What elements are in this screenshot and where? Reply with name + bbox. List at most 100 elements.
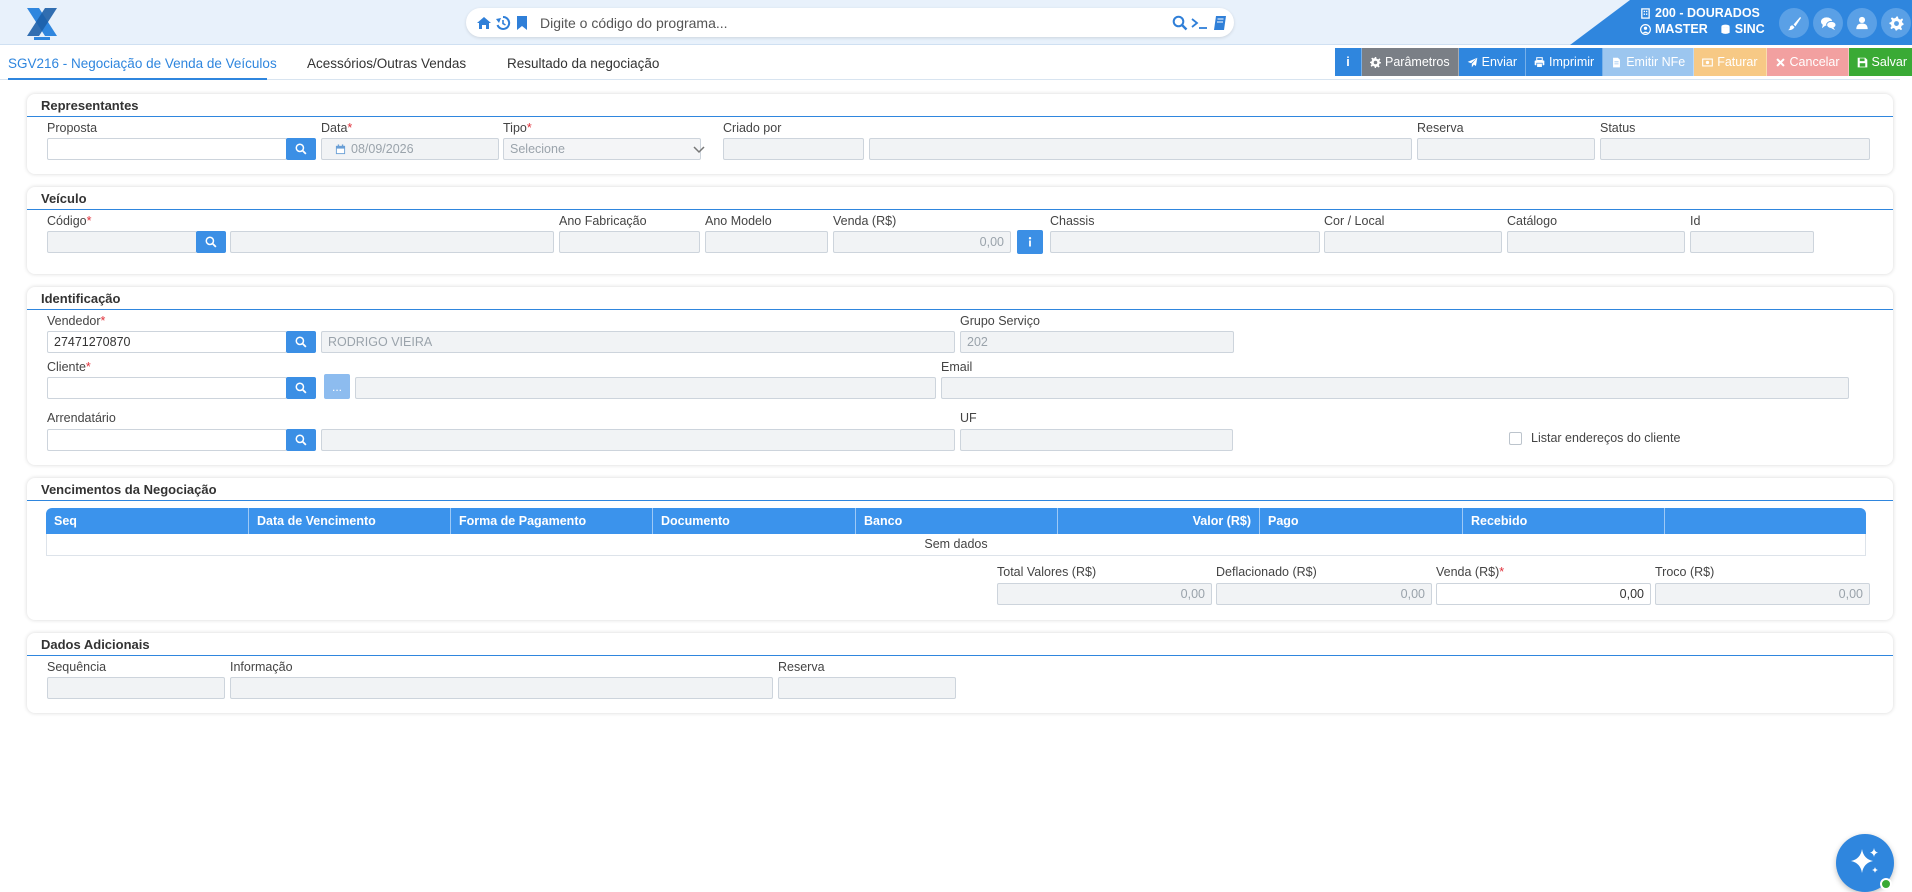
program-tabs: SGV216 - Negociação de Venda de Veículos… — [0, 46, 1330, 80]
arrendatario-search-button[interactable] — [286, 429, 316, 451]
cancelar-button[interactable]: Cancelar — [1766, 48, 1849, 76]
cliente-more-button[interactable]: ... — [324, 374, 350, 399]
user-circle-icon — [1640, 23, 1651, 35]
home-icon[interactable] — [476, 15, 492, 31]
tipo-select[interactable]: Selecione — [503, 138, 701, 160]
salvar-label: Salvar — [1871, 55, 1907, 69]
section-title: Representantes — [41, 98, 139, 113]
info-icon — [1028, 237, 1032, 247]
history-icon[interactable] — [495, 15, 511, 31]
chat-button[interactable] — [1813, 8, 1843, 38]
column-pago[interactable]: Pago — [1260, 508, 1463, 534]
imprimir-button[interactable]: Imprimir — [1526, 48, 1604, 76]
deflacionado-value: 0,00 — [1400, 587, 1425, 601]
listar-enderecos-checkbox[interactable] — [1509, 432, 1522, 445]
parametros-button[interactable]: Parâmetros — [1362, 48, 1459, 76]
vendedor-label-text: Vendedor — [47, 314, 101, 328]
terminal-icon[interactable] — [1191, 15, 1209, 31]
cliente-label: Cliente* — [47, 360, 91, 374]
column-documento[interactable]: Documento — [653, 508, 856, 534]
codigo-input[interactable] — [47, 231, 197, 253]
app-logo[interactable] — [24, 6, 60, 40]
tab-acessorios[interactable]: Acessórios/Outras Vendas — [307, 56, 466, 71]
user-profile-button[interactable] — [1847, 8, 1877, 38]
vendedor-search-button[interactable] — [286, 331, 316, 353]
venda-label: Venda (R$) — [833, 214, 897, 228]
bookmark-icon[interactable] — [514, 15, 530, 31]
close-icon — [1775, 57, 1785, 67]
calendar-icon[interactable] — [335, 144, 346, 155]
sequencia-field — [47, 677, 225, 699]
column-data-vencimento[interactable]: Data de Vencimento — [249, 508, 451, 534]
chassis-field — [1050, 231, 1320, 253]
criado-por-nome — [869, 138, 1412, 160]
chassis-label: Chassis — [1050, 214, 1095, 228]
proposta-label: Proposta — [47, 121, 98, 135]
column-actions — [1665, 508, 1866, 534]
vendedor-input[interactable]: 27471270870 — [47, 331, 287, 353]
column-banco[interactable]: Banco — [856, 508, 1058, 534]
manual-book-icon[interactable] — [1212, 15, 1228, 31]
info-button[interactable]: i — [1335, 48, 1362, 76]
cliente-search-button[interactable] — [286, 377, 316, 399]
salvar-button[interactable]: Salvar — [1848, 48, 1912, 76]
codigo-search-button[interactable] — [196, 231, 226, 253]
paper-plane-icon — [1467, 57, 1477, 67]
arrendatario-label: Arrendatário — [47, 411, 116, 425]
money-bill-icon — [1702, 58, 1714, 66]
data-label-text: Data — [321, 121, 348, 135]
codigo-label: Código* — [47, 214, 92, 228]
sync-label[interactable]: SINC — [1735, 21, 1765, 37]
search-icon[interactable] — [1172, 15, 1188, 31]
program-search-input[interactable] — [540, 8, 1120, 37]
proposta-search-button[interactable] — [286, 138, 316, 160]
total-valores-field: 0,00 — [997, 583, 1212, 605]
column-forma-pagamento[interactable]: Forma de Pagamento — [451, 508, 653, 534]
venda-value: 0,00 — [979, 235, 1004, 249]
action-toolbar: i Parâmetros Enviar Imprimir Emitir NFe … — [1335, 48, 1912, 76]
online-status-dot — [1880, 878, 1892, 890]
venda-total-input[interactable]: 0,00 — [1436, 583, 1651, 605]
reserva-field — [1417, 138, 1595, 160]
user-unit-info: 200 - DOURADOS MASTER SINC — [1640, 5, 1765, 37]
enviar-button[interactable]: Enviar — [1458, 48, 1527, 76]
arrendatario-input[interactable] — [47, 429, 287, 451]
cor-local-field — [1324, 231, 1502, 253]
section-divider — [27, 309, 1893, 310]
user-name[interactable]: MASTER — [1655, 21, 1708, 37]
unit-name[interactable]: 200 - DOURADOS — [1655, 5, 1760, 21]
tipo-label: Tipo* — [503, 121, 532, 135]
emitir-nfe-label: Emitir NFe — [1626, 55, 1686, 69]
cliente-input[interactable] — [47, 377, 287, 399]
venda-field: 0,00 — [833, 231, 1011, 253]
gear-icon — [1888, 15, 1904, 31]
venda-total-value: 0,00 — [1619, 587, 1644, 601]
faturar-button[interactable]: Faturar — [1694, 48, 1767, 76]
column-recebido[interactable]: Recebido — [1463, 508, 1665, 534]
tab-resultado[interactable]: Resultado da negociação — [507, 56, 659, 71]
column-valor[interactable]: Valor (R$) — [1058, 508, 1260, 534]
emitir-nfe-button[interactable]: Emitir NFe — [1603, 48, 1695, 76]
tipo-value: Selecione — [510, 142, 565, 156]
informacao-label: Informação — [230, 660, 293, 674]
settings-button[interactable] — [1881, 8, 1911, 38]
active-tab-indicator — [8, 78, 267, 80]
data-label: Data* — [321, 121, 353, 135]
data-input[interactable]: 08/09/2026 — [321, 138, 499, 160]
section-divider — [27, 116, 1893, 117]
paint-brush-icon — [1787, 16, 1801, 30]
venda-info-button[interactable] — [1017, 230, 1043, 254]
card-dados-adicionais: Dados Adicionais Sequência Informação Re… — [27, 633, 1893, 713]
tab-negociacao[interactable]: SGV216 - Negociação de Venda de Veículos — [8, 56, 277, 71]
arrendatario-nome-field — [321, 429, 955, 451]
theme-brush-button[interactable] — [1779, 8, 1809, 38]
vendedor-value: 27471270870 — [54, 335, 131, 349]
listar-enderecos-label[interactable]: Listar endereços do cliente — [1531, 431, 1680, 445]
proposta-input[interactable] — [47, 138, 287, 160]
ai-assistant-button[interactable] — [1836, 834, 1894, 892]
app-header: 200 - DOURADOS MASTER SINC — [0, 0, 1912, 45]
search-icon — [295, 143, 307, 155]
floppy-disk-icon — [1857, 57, 1867, 67]
column-seq[interactable]: Seq — [46, 508, 249, 534]
search-icon — [295, 336, 307, 348]
